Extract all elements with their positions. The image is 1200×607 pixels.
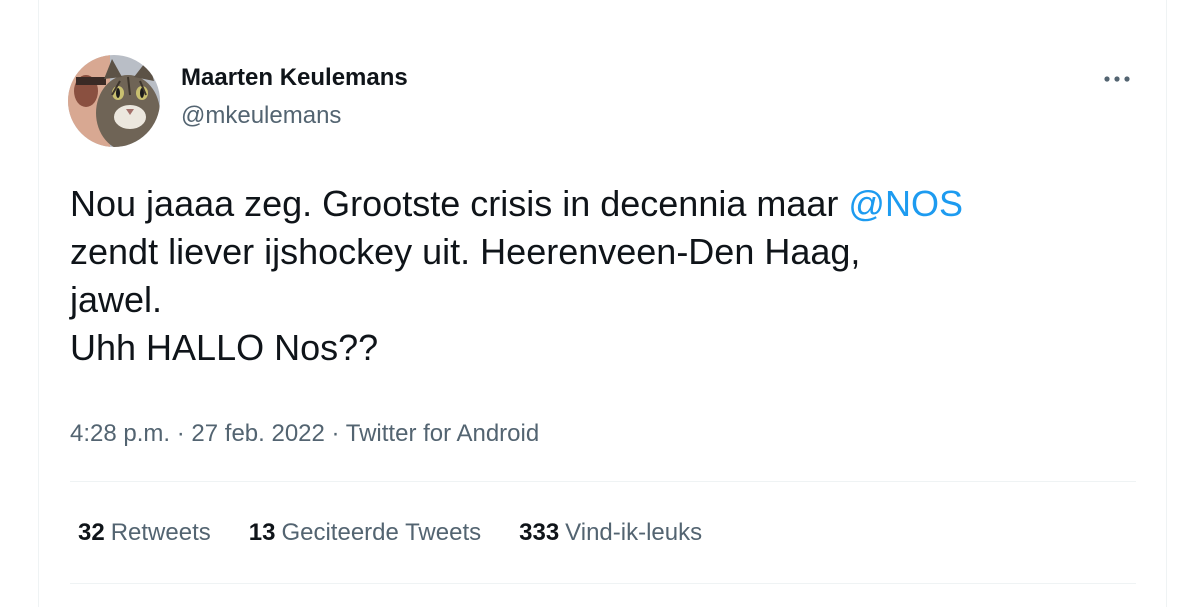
more-horizontal-icon bbox=[1104, 76, 1130, 82]
tweet-page: Maarten Keulemans @mkeulemans Nou jaaaa … bbox=[0, 0, 1200, 607]
tweet-line-4: Uhh HALLO Nos?? bbox=[70, 327, 379, 368]
mention-link[interactable]: @NOS bbox=[848, 183, 963, 224]
meta-separator: · bbox=[176, 420, 185, 447]
retweets-count: 32 bbox=[78, 519, 105, 546]
quote-tweets-count: 13 bbox=[248, 519, 276, 546]
likes-label: Vind-ik-leuks bbox=[565, 519, 703, 546]
retweets-label: Retweets bbox=[110, 519, 211, 546]
likes-count: 333 bbox=[519, 519, 560, 546]
quote-tweets-stat-link[interactable]: 13 Geciteerde Tweets bbox=[249, 519, 481, 547]
user-handle[interactable]: @mkeulemans bbox=[181, 102, 341, 130]
tweet-line-2: zendt liever ijshockey uit. Heerenveen-D… bbox=[70, 231, 861, 272]
tweet-line-1: Nou jaaaa zeg. Grootste crisis in decenn… bbox=[70, 180, 1150, 228]
display-name[interactable]: Maarten Keulemans bbox=[181, 64, 408, 92]
tweet-stats: 32 Retweets 13 Geciteerde Tweets 333 Vin… bbox=[78, 519, 740, 547]
column-border-right bbox=[1166, 0, 1167, 607]
retweets-stat-link[interactable]: 32 Retweets bbox=[78, 519, 211, 547]
tweet-date-link[interactable]: 27 feb. 2022 bbox=[191, 420, 324, 447]
quote-tweets-label: Geciteerde Tweets bbox=[281, 519, 482, 546]
tweet-line-1-text: Nou jaaaa zeg. Grootste crisis in decenn… bbox=[70, 183, 849, 224]
tweet-source-link[interactable]: Twitter for Android bbox=[346, 420, 539, 447]
tweet-line-3: jawel. bbox=[70, 279, 163, 320]
avatar[interactable] bbox=[68, 55, 160, 147]
tweet-text: Nou jaaaa zeg. Grootste crisis in decenn… bbox=[70, 180, 1150, 372]
divider bbox=[70, 583, 1136, 584]
divider bbox=[70, 481, 1136, 482]
likes-stat-link[interactable]: 333 Vind-ik-leuks bbox=[519, 519, 702, 547]
tweet-metadata: 4:28 p.m. · 27 feb. 2022 · Twitter for A… bbox=[70, 420, 539, 448]
meta-separator: · bbox=[331, 420, 340, 447]
more-options-button[interactable] bbox=[1098, 66, 1136, 92]
tweet-time-link[interactable]: 4:28 p.m. bbox=[70, 420, 170, 447]
column-border-left bbox=[38, 0, 39, 607]
